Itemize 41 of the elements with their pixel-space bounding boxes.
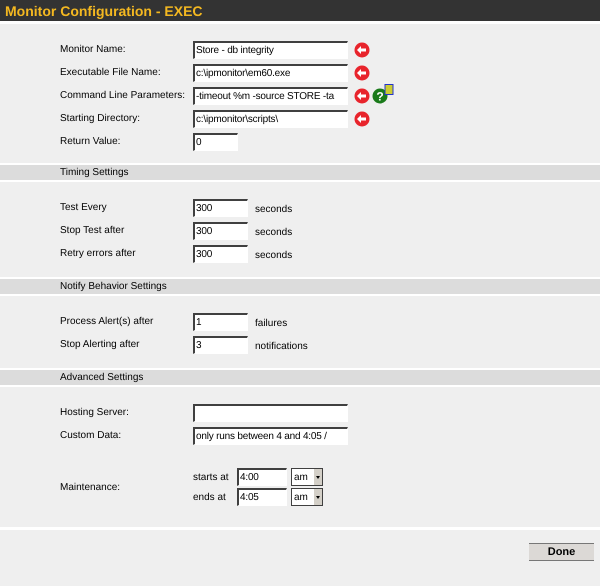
input-field[interactable]: 300	[193, 198, 248, 216]
field-label: Starting Directory:	[60, 113, 142, 124]
field-label: Command Line Parameters:	[60, 90, 186, 101]
unit-label: seconds	[255, 250, 292, 261]
field-label: Stop Alerting after	[60, 339, 140, 350]
unit-label: failures	[255, 318, 288, 329]
field-label: Maintenance:	[60, 482, 122, 492]
input-field[interactable]	[193, 404, 348, 422]
input-field[interactable]: -timeout %m -source STORE -ta	[193, 86, 348, 104]
period-dropdown[interactable]: am	[291, 468, 323, 486]
field-label: Test Every	[60, 202, 108, 213]
input-field[interactable]: 300	[193, 222, 248, 240]
field-label: Return Value:	[60, 136, 122, 147]
done-button[interactable]: Done	[529, 543, 594, 561]
section-title: Advanced Settings	[60, 372, 144, 383]
time-field[interactable]: 4:05	[237, 488, 287, 506]
field-label: Hosting Server:	[60, 407, 130, 418]
input-field[interactable]: c:\ipmonitor\scripts\	[193, 110, 348, 128]
input-field[interactable]: Store - db integrity	[193, 40, 348, 58]
field-label: Process Alert(s) after	[60, 316, 154, 327]
field-label: Monitor Name:	[60, 44, 127, 55]
input-field[interactable]: 1	[193, 312, 248, 330]
time-field[interactable]: 4:00	[237, 468, 287, 486]
field-label: Custom Data:	[60, 430, 122, 441]
input-field[interactable]: 0	[193, 132, 238, 150]
input-field[interactable]: only runs between 4 and 4:05 /	[193, 426, 348, 444]
field-label: Executable File Name:	[60, 67, 162, 78]
unit-label: seconds	[255, 227, 292, 238]
input-field[interactable]: c:\ipmonitor\em60.exe	[193, 64, 348, 82]
time-label: starts at	[193, 472, 230, 482]
window-title: Monitor Configuration - EXEC	[5, 2, 203, 18]
time-label: ends at	[193, 492, 227, 502]
unit-label: notifications	[255, 341, 308, 352]
input-field[interactable]: 3	[193, 336, 248, 354]
period-dropdown[interactable]: am	[291, 488, 323, 506]
unit-label: seconds	[255, 204, 292, 215]
section-title: Notify Behavior Settings	[60, 281, 167, 292]
section-title: Timing Settings	[60, 167, 129, 178]
field-label: Retry errors after	[60, 248, 137, 259]
input-field[interactable]: 300	[193, 244, 248, 262]
field-label: Stop Test after	[60, 225, 126, 236]
